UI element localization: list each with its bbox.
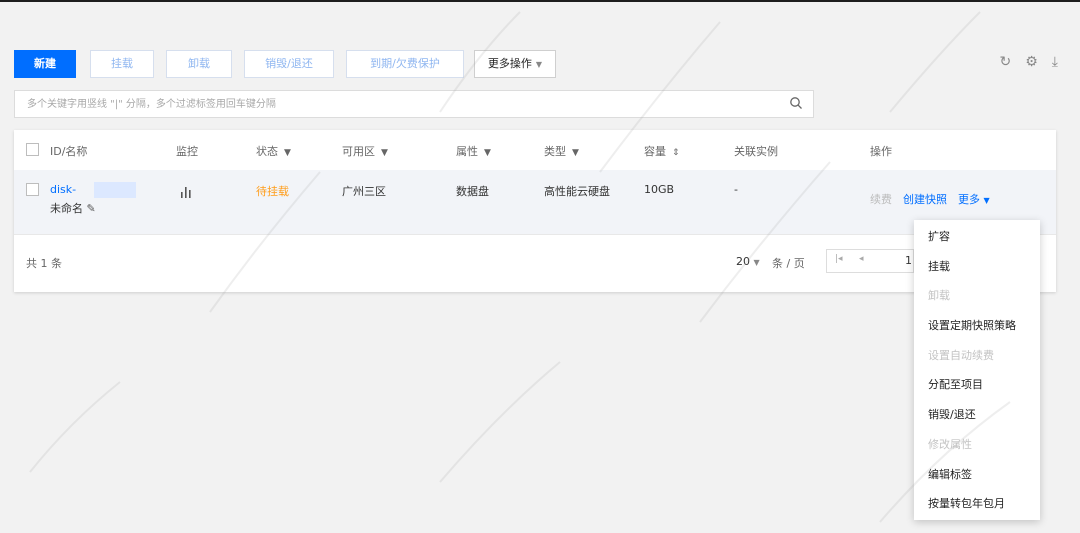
watermark-overlay (29, 11, 1011, 523)
page-canvas: 新建 挂载 卸载 销毁/退还 到期/欠费保护 更多操作▼ ↻ ⚙ ⤓ ID/名称… (0, 2, 1080, 533)
